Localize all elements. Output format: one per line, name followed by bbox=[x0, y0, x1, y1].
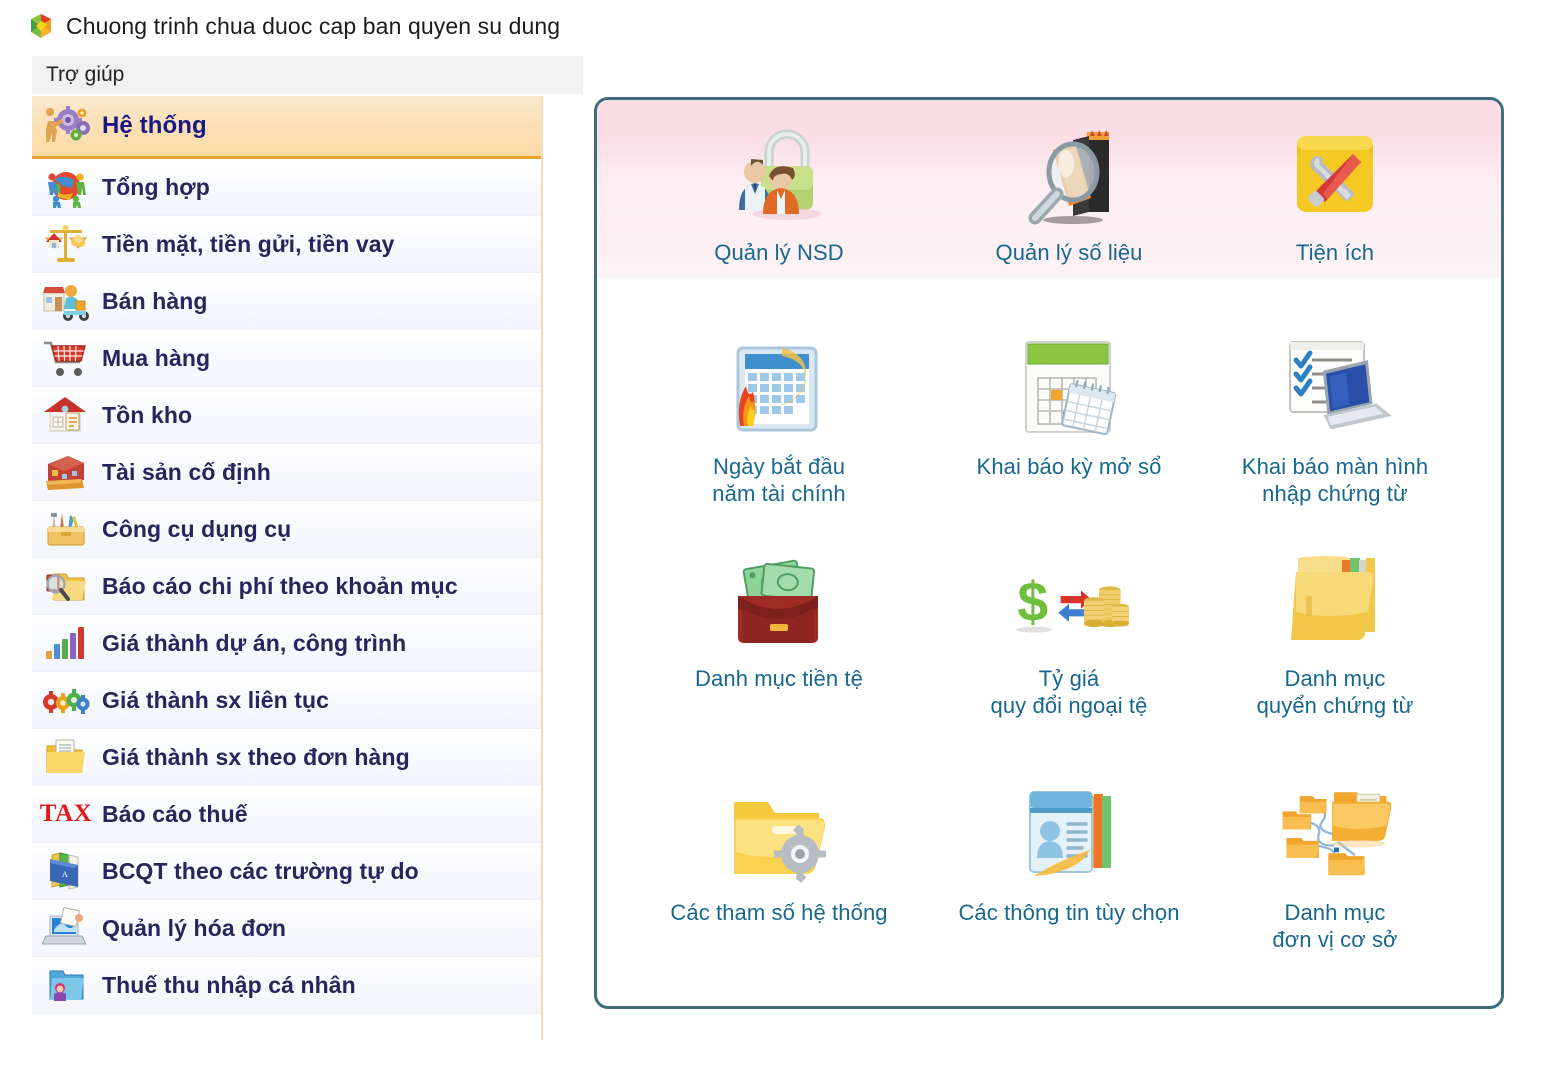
tile-danh-muc-tien-te[interactable]: $ Danh mục tiền tệ bbox=[654, 542, 904, 693]
balance-scale-icon bbox=[40, 221, 92, 267]
tile-quan-ly-so-lieu[interactable]: Quản lý số liệu bbox=[944, 116, 1194, 267]
tile-label: Quản lý số liệu bbox=[995, 240, 1143, 265]
menu-bar: Trợ giúp bbox=[32, 56, 583, 94]
calendar-fire-icon bbox=[719, 330, 839, 448]
sidebar-item-bao-cao-chi-phi[interactable]: Báo cáo chi phí theo khoản mục bbox=[32, 558, 541, 615]
laptop-invoice-icon bbox=[40, 905, 92, 951]
dollar-coins-exchange-icon: $ bbox=[1009, 542, 1129, 660]
svg-text:A: A bbox=[62, 870, 68, 879]
shopping-cart-icon bbox=[40, 335, 92, 381]
sidebar-item-label: Thuế thu nhập cá nhân bbox=[102, 971, 356, 998]
books-magnifier-icon bbox=[1009, 116, 1129, 234]
module-tile-grid: Quản lý NSD Quản lý số liệu Tiện ích Ngà… bbox=[597, 100, 1501, 1006]
money-wallet-icon: $ bbox=[719, 542, 839, 660]
menu-item-tro-giup[interactable]: Trợ giúp bbox=[32, 56, 136, 94]
sidebar-item-label: Tài sản cố định bbox=[102, 458, 271, 485]
tile-ty-gia-quy-doi[interactable]: $ Tỷ giá quy đổi ngoại tệ bbox=[944, 542, 1194, 720]
sidebar-item-label: Tổng hợp bbox=[102, 173, 210, 200]
sidebar-item-label: BCQT theo các trường tự do bbox=[102, 857, 419, 884]
tile-tien-ich[interactable]: Tiện ích bbox=[1210, 116, 1460, 267]
sidebar-item-label: Tồn kho bbox=[102, 401, 193, 428]
colored-gears-icon bbox=[40, 677, 92, 723]
sidebar-item-gia-thanh-sx-don-hang[interactable]: Giá thành sx theo đơn hàng bbox=[32, 729, 541, 786]
bar-chart-icon bbox=[40, 620, 92, 666]
module-panel: Quản lý NSD Quản lý số liệu Tiện ích Ngà… bbox=[594, 97, 1504, 1009]
pinwheel-logo-icon bbox=[26, 11, 56, 41]
warehouse-house-icon bbox=[40, 392, 92, 438]
svg-text:$: $ bbox=[1017, 571, 1048, 633]
blue-folder-person-icon bbox=[40, 962, 92, 1008]
folder-document-icon bbox=[40, 734, 92, 780]
sidebar-item-label: Giá thành sx theo đơn hàng bbox=[102, 743, 410, 770]
sidebar-item-label: Tiền mặt, tiền gửi, tiền vay bbox=[102, 230, 395, 257]
folder-files-icon bbox=[1275, 542, 1395, 660]
sidebar-item-ban-hang[interactable]: Bán hàng bbox=[32, 273, 541, 330]
tile-label: Các thông tin tùy chọn bbox=[958, 900, 1180, 925]
tile-label: Danh mục tiền tệ bbox=[695, 666, 863, 691]
tile-label: Khai báo kỳ mở sổ bbox=[976, 454, 1162, 479]
checklist-laptop-icon bbox=[1275, 330, 1395, 448]
folder-network-icon bbox=[1275, 776, 1395, 894]
sidebar-item-tong-hop[interactable]: Tổng hợp bbox=[32, 159, 541, 216]
sidebar-item-cong-cu-dung-cu[interactable]: Công cụ dụng cụ bbox=[32, 501, 541, 558]
sidebar-item-label: Mua hàng bbox=[102, 344, 211, 371]
tile-label: Ngày bắt đầu năm tài chính bbox=[712, 454, 846, 506]
sidebar-item-label: Báo cáo chi phí theo khoản mục bbox=[102, 572, 458, 599]
tile-label: Danh mục quyển chứng từ bbox=[1256, 666, 1414, 718]
padlock-users-icon bbox=[719, 116, 839, 234]
delivery-shop-icon bbox=[40, 278, 92, 324]
globe-people-icon bbox=[40, 164, 92, 210]
folder-magnifier-icon bbox=[40, 563, 92, 609]
toolbox-icon bbox=[40, 506, 92, 552]
sidebar-item-label: Giá thành sx liên tục bbox=[102, 686, 330, 713]
title-bar: Chuong trinh chua duoc cap ban quyen su … bbox=[26, 8, 560, 44]
yellow-toolbox-tools-icon bbox=[1275, 116, 1395, 234]
sidebar-item-mua-hang[interactable]: Mua hàng bbox=[32, 330, 541, 387]
tile-khai-bao-ky-mo-so[interactable]: Khai báo kỳ mở sổ bbox=[944, 330, 1194, 481]
sidebar-item-label: Giá thành dự án, công trình bbox=[102, 629, 407, 656]
sidebar-item-tai-san-co-dinh[interactable]: Tài sản cố định bbox=[32, 444, 541, 501]
calendar-grid-icon bbox=[1009, 330, 1129, 448]
window-title: Chuong trinh chua duoc cap ban quyen su … bbox=[66, 12, 561, 39]
sidebar-item-tien-mat[interactable]: Tiền mặt, tiền gửi, tiền vay bbox=[32, 216, 541, 273]
tile-cac-tham-so-he-thong[interactable]: Các tham số hệ thống bbox=[654, 776, 904, 927]
tile-label: Khai báo màn hình nhập chứng từ bbox=[1241, 454, 1429, 506]
tax-text-icon: TAX bbox=[39, 800, 93, 827]
sidebar-item-bcqt[interactable]: A BCQT theo các trường tự do bbox=[32, 843, 541, 900]
sidebar-item-thue-tncn[interactable]: Thuế thu nhập cá nhân bbox=[32, 957, 541, 1014]
tile-danh-muc-quyen-chung-tu[interactable]: Danh mục quyển chứng từ bbox=[1210, 542, 1460, 720]
tile-label: Danh mục đơn vị cơ sở bbox=[1272, 900, 1398, 952]
tile-label: Các tham số hệ thống bbox=[670, 900, 888, 925]
tile-cac-thong-tin-tuy-chon[interactable]: Các thông tin tùy chọn bbox=[944, 776, 1194, 927]
sidebar-item-label: Báo cáo thuế bbox=[102, 800, 248, 827]
profile-card-icon bbox=[1009, 776, 1129, 894]
sidebar-item-gia-thanh-sx-lien-tuc[interactable]: Giá thành sx liên tục bbox=[32, 672, 541, 729]
binders-icon: A bbox=[40, 848, 92, 894]
tile-label: Quản lý NSD bbox=[714, 240, 844, 265]
tile-label: Tỷ giá quy đổi ngoại tệ bbox=[990, 666, 1148, 718]
tile-label: Tiện ích bbox=[1295, 240, 1375, 265]
sidebar-item-he-thong[interactable]: Hệ thống bbox=[32, 96, 541, 159]
sidebar-item-label: Hệ thống bbox=[102, 112, 207, 139]
tile-ngay-bat-dau-nam-tai-chinh[interactable]: Ngày bắt đầu năm tài chính bbox=[654, 330, 904, 508]
red-building-icon bbox=[40, 449, 92, 495]
sidebar-navigation[interactable]: Hệ thống Tổng hợp Tiền mặt, tiền gửi, ti… bbox=[32, 96, 543, 1040]
sidebar-item-bao-cao-thue[interactable]: TAX Báo cáo thuế bbox=[32, 786, 541, 843]
application-window: Chuong trinh chua duoc cap ban quyen su … bbox=[0, 0, 1541, 1084]
tile-khai-bao-man-hinh[interactable]: Khai báo màn hình nhập chứng từ bbox=[1210, 330, 1460, 508]
sidebar-item-label: Công cụ dụng cụ bbox=[102, 515, 292, 542]
tile-quan-ly-nsd[interactable]: Quản lý NSD bbox=[654, 116, 904, 267]
sidebar-item-gia-thanh-du-an[interactable]: Giá thành dự án, công trình bbox=[32, 615, 541, 672]
sidebar-item-label: Bán hàng bbox=[102, 287, 208, 314]
gears-person-icon bbox=[40, 103, 92, 149]
tile-danh-muc-don-vi-co-so[interactable]: Danh mục đơn vị cơ sở bbox=[1210, 776, 1460, 954]
sidebar-item-quan-ly-hoa-don[interactable]: Quản lý hóa đơn bbox=[32, 900, 541, 957]
sidebar-item-ton-kho[interactable]: Tồn kho bbox=[32, 387, 541, 444]
folder-gear-icon bbox=[719, 776, 839, 894]
sidebar-item-label: Quản lý hóa đơn bbox=[102, 914, 286, 941]
